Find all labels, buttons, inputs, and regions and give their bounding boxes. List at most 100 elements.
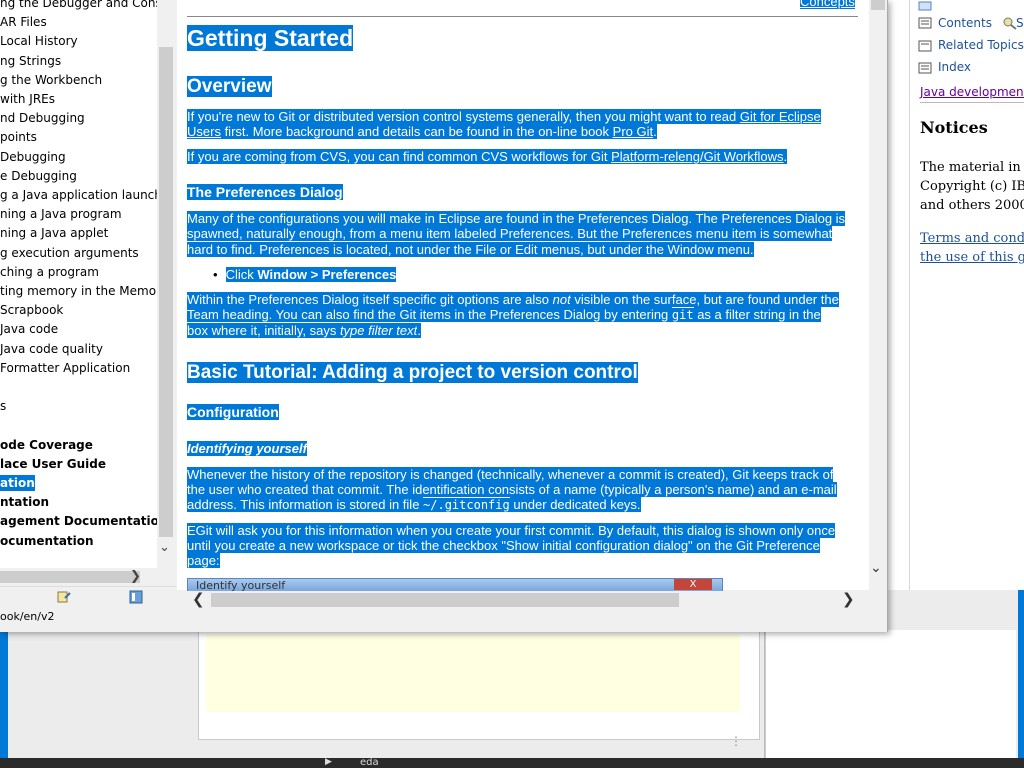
text: page: bbox=[187, 553, 220, 568]
scroll-right-icon[interactable]: ❯ bbox=[842, 590, 855, 608]
toc-item[interactable]: nd Debugging bbox=[0, 110, 85, 126]
paragraph-line: page: bbox=[187, 553, 220, 569]
toc-item[interactable]: Formatter Application bbox=[0, 360, 130, 376]
paragraph-line: If you are coming from CVS, you can find… bbox=[187, 149, 788, 165]
toc-item[interactable]: ng Strings bbox=[0, 53, 61, 69]
terms-link[interactable]: the use of this gu bbox=[920, 250, 1024, 265]
text: Click bbox=[225, 267, 258, 282]
text: Many of the configurations you will make… bbox=[187, 211, 846, 226]
toc-scroll-thumb[interactable] bbox=[159, 47, 173, 537]
link-with-contents-icon[interactable] bbox=[56, 589, 72, 605]
text: Within the Preferences Dialog itself spe… bbox=[187, 292, 553, 307]
toc-toolbar bbox=[0, 586, 176, 609]
show-in-toc-icon[interactable] bbox=[128, 589, 144, 605]
git-workflows-link[interactable]: Platform-releng/Git Workflows bbox=[611, 149, 784, 164]
java-development-link[interactable]: Java development u bbox=[920, 85, 1024, 99]
toc-item[interactable]: g the Workbench bbox=[0, 72, 102, 88]
concepts-link[interactable]: Concepts bbox=[800, 0, 855, 9]
toc-item[interactable]: s bbox=[0, 398, 6, 414]
text: address. This information is stored in f… bbox=[187, 497, 424, 512]
git-for-eclipse-link[interactable]: Git for Eclipse bbox=[739, 109, 821, 124]
toc-item[interactable]: lace User Guide bbox=[0, 456, 106, 472]
list-item: • Click Window > Preferences bbox=[213, 267, 397, 283]
toc-item[interactable]: ching a program bbox=[0, 264, 99, 280]
toc-item[interactable]: with JREs bbox=[0, 91, 55, 107]
scroll-down-icon[interactable]: ⌄ bbox=[159, 540, 170, 555]
toc-item[interactable]: g execution arguments bbox=[0, 245, 139, 261]
contents-link[interactable]: Contents bbox=[938, 16, 992, 30]
paragraph-line: spawned, naturally enough, from a menu i… bbox=[187, 226, 833, 242]
toc-item[interactable]: Scrapbook bbox=[0, 302, 63, 318]
scroll-left-icon[interactable]: ❮ bbox=[192, 590, 205, 608]
page-title: Getting Started bbox=[187, 25, 354, 52]
text: visible on the surface, but are found un… bbox=[570, 292, 839, 307]
section-heading: Overview bbox=[187, 76, 272, 98]
paragraph-line: hard to find. Preferences is located, no… bbox=[187, 242, 754, 258]
subsection-heading: Identifying yourself bbox=[187, 441, 307, 456]
paragraph-line: Whenever the history of the repository i… bbox=[187, 467, 834, 483]
toc-item[interactable]: agement Documentation bbox=[0, 513, 157, 529]
toc-item[interactable]: g a Java application launch co bbox=[0, 187, 157, 203]
text: the user who created that commit. The id… bbox=[187, 482, 837, 497]
toc-item[interactable]: ation bbox=[0, 475, 35, 491]
toolbar-icons[interactable] bbox=[918, 0, 932, 12]
code: ~/.gitconfig bbox=[423, 498, 510, 512]
toc-item[interactable]: points bbox=[0, 129, 37, 145]
notice-text: The material in t bbox=[920, 160, 1024, 175]
taskbar-label[interactable]: eda bbox=[360, 757, 379, 768]
toc-item[interactable]: ode Coverage bbox=[0, 437, 93, 453]
notices-heading: Notices bbox=[920, 118, 988, 137]
divider bbox=[920, 102, 1024, 103]
content-vertical-scrollbar[interactable] bbox=[869, 0, 887, 590]
content-hscroll-thumb[interactable] bbox=[211, 593, 679, 607]
tutorial-heading: Basic Tutorial: Adding a project to vers… bbox=[187, 362, 638, 383]
toc-item[interactable]: Debugging bbox=[0, 149, 66, 165]
paragraph-line: Team heading. You can also find the Git … bbox=[187, 307, 821, 324]
resize-grip-icon[interactable]: ⋮ bbox=[730, 735, 742, 747]
pane-divider bbox=[764, 630, 765, 758]
search-link[interactable]: Se bbox=[1016, 16, 1024, 30]
text: . bbox=[653, 124, 657, 139]
toc-item[interactable]: e Debugging bbox=[0, 168, 77, 184]
toc-item[interactable]: ntation bbox=[0, 494, 49, 510]
git-for-eclipse-link[interactable]: Users bbox=[187, 124, 221, 139]
toc-item[interactable]: ting memory in the Memory v bbox=[0, 283, 157, 299]
horizontal-rule bbox=[187, 16, 858, 17]
paragraph-line: address. This information is stored in f… bbox=[187, 497, 641, 514]
related-topics-link[interactable]: Related Topics bbox=[938, 38, 1024, 52]
text: EGit will ask you for this information w… bbox=[187, 523, 836, 538]
notice-text: Copyright (c) IB bbox=[920, 179, 1024, 194]
text: as a filter string in the bbox=[693, 307, 821, 322]
identify-heading: Identifying yourself bbox=[187, 441, 307, 456]
paragraph-line: If you're new to Git or distributed vers… bbox=[187, 109, 821, 125]
toc-item[interactable]: Local History bbox=[0, 33, 78, 49]
index-link[interactable]: Index bbox=[938, 60, 971, 74]
play-icon[interactable]: ▶ bbox=[325, 757, 332, 767]
close-icon: X bbox=[674, 579, 712, 590]
scroll-down-icon[interactable]: ⌄ bbox=[870, 560, 882, 576]
toc-item[interactable]: ning a Java applet bbox=[0, 225, 108, 241]
text: Whenever the history of the repository i… bbox=[187, 467, 834, 482]
toc-item[interactable]: ng the Debugger and Console bbox=[0, 0, 157, 11]
toc-item[interactable]: Java code bbox=[0, 321, 58, 337]
taskbar bbox=[0, 758, 1024, 768]
toc-item[interactable]: ning a Java program bbox=[0, 206, 122, 222]
text: under dedicated keys. bbox=[509, 497, 641, 512]
terms-link[interactable]: Terms and cond bbox=[920, 231, 1024, 246]
related-topics-icon bbox=[918, 40, 932, 52]
paragraph-line: Users first. More background and details… bbox=[187, 124, 657, 140]
subsection-heading: Configuration bbox=[187, 404, 279, 420]
text: box where it, initially, says bbox=[187, 323, 340, 338]
scroll-right-icon[interactable]: ❯ bbox=[130, 569, 141, 584]
toc-item[interactable]: Java code quality bbox=[0, 341, 103, 357]
text: Window > Preferences bbox=[257, 267, 397, 282]
index-icon bbox=[918, 62, 932, 74]
section-heading: Basic Tutorial: Adding a project to vers… bbox=[187, 362, 638, 384]
pro-git-link[interactable]: Pro Git bbox=[612, 124, 654, 139]
toc-hscroll-thumb[interactable] bbox=[0, 571, 140, 583]
toc-item[interactable]: AR Files bbox=[0, 14, 47, 30]
background-side-pane bbox=[765, 630, 1016, 758]
text: spawned, naturally enough, from a menu i… bbox=[187, 226, 833, 241]
content-scroll-thumb[interactable] bbox=[871, 0, 885, 10]
toc-item[interactable]: ocumentation bbox=[0, 533, 94, 549]
